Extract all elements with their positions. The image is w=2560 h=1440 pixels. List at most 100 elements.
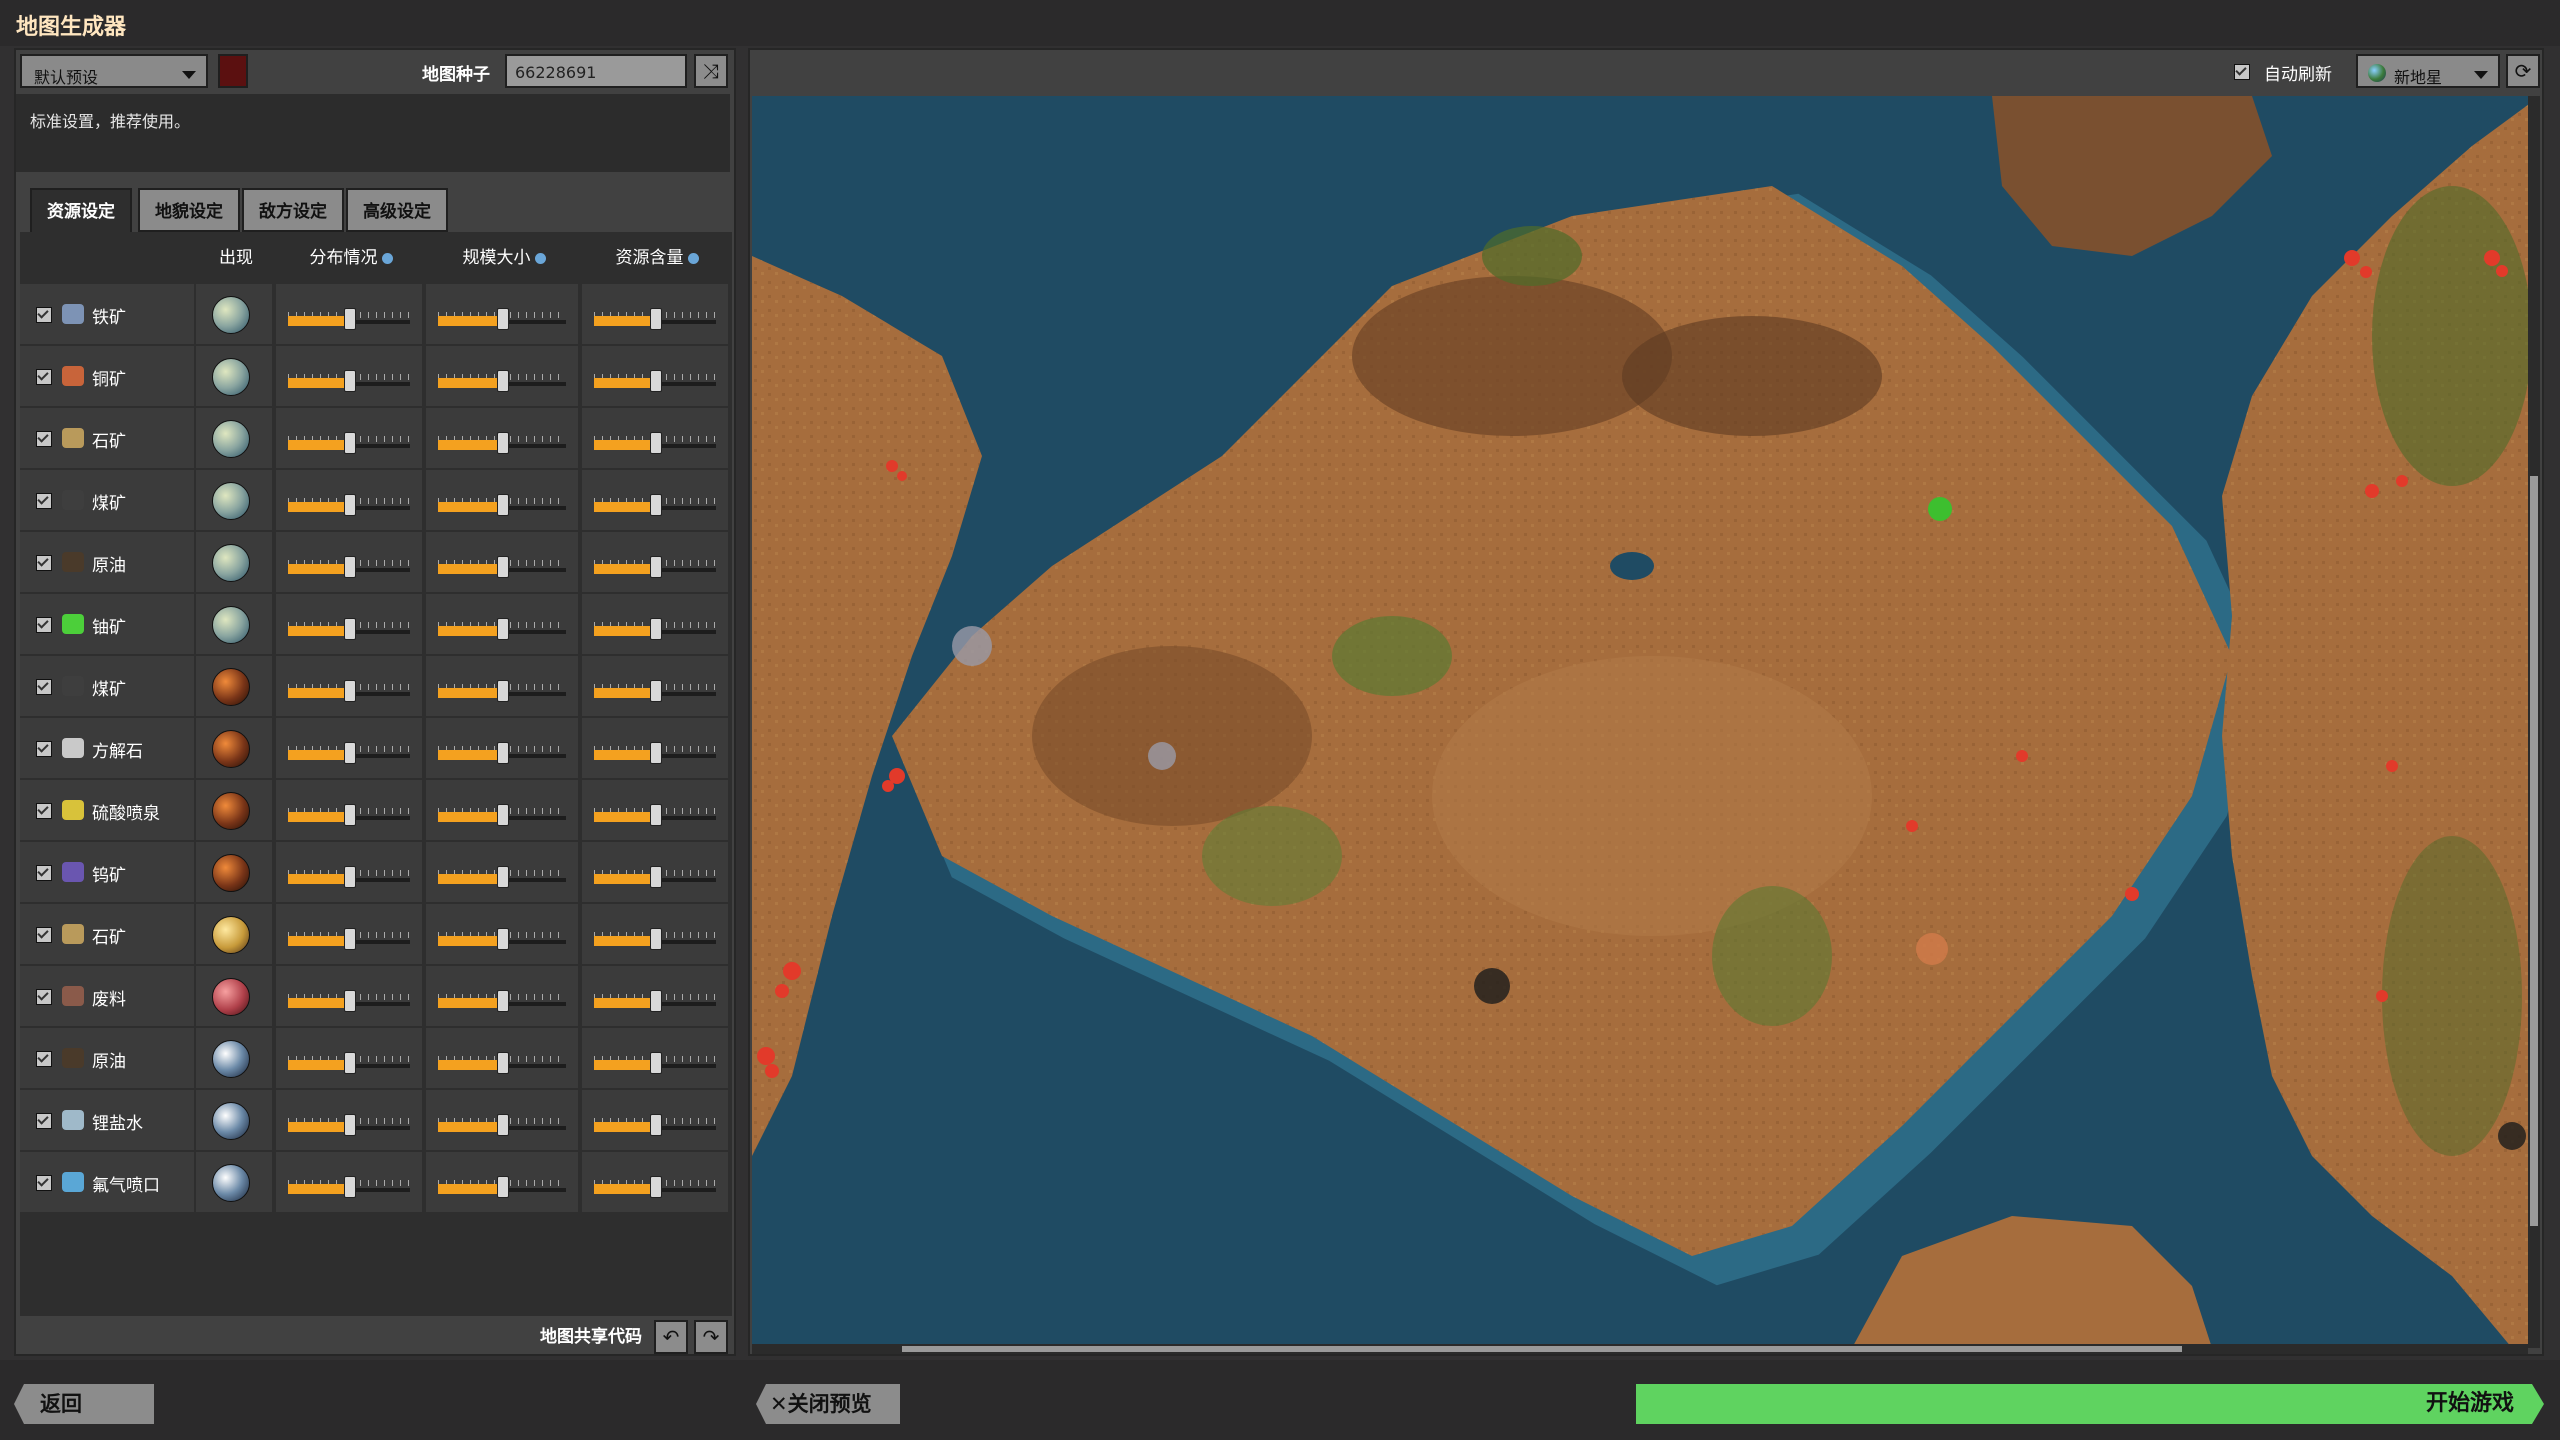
slider-knob[interactable] — [497, 1114, 509, 1136]
vertical-scrollbar[interactable] — [2528, 96, 2540, 1348]
slider-knob[interactable] — [344, 680, 356, 702]
slider-knob[interactable] — [344, 556, 356, 578]
resource-checkbox[interactable] — [36, 927, 52, 943]
slider-knob[interactable] — [497, 1176, 509, 1198]
frequency-slider[interactable] — [276, 284, 422, 344]
resource-checkbox[interactable] — [36, 1113, 52, 1129]
size-slider[interactable] — [426, 904, 578, 964]
slider-knob[interactable] — [497, 990, 509, 1012]
back-button[interactable]: 返回 — [14, 1384, 154, 1424]
slider-knob[interactable] — [344, 928, 356, 950]
slider-knob[interactable] — [497, 742, 509, 764]
slider-knob[interactable] — [650, 618, 662, 640]
resource-checkbox[interactable] — [36, 369, 52, 385]
size-slider[interactable] — [426, 842, 578, 902]
slider-knob[interactable] — [650, 1176, 662, 1198]
slider-knob[interactable] — [344, 1114, 356, 1136]
richness-slider[interactable] — [582, 1090, 728, 1150]
richness-slider[interactable] — [582, 718, 728, 778]
shuffle-icon[interactable]: ⤨ — [694, 54, 728, 88]
vertical-scrollbar-thumb[interactable] — [2530, 476, 2538, 1226]
slider-knob[interactable] — [650, 432, 662, 454]
richness-slider[interactable] — [582, 966, 728, 1026]
slider-knob[interactable] — [344, 370, 356, 392]
slider-knob[interactable] — [344, 804, 356, 826]
close-preview-button[interactable]: ✕关闭预览 — [756, 1384, 900, 1424]
resource-checkbox[interactable] — [36, 803, 52, 819]
richness-slider[interactable] — [582, 532, 728, 592]
start-game-button[interactable]: 开始游戏 — [1636, 1384, 2544, 1424]
frequency-slider[interactable] — [276, 532, 422, 592]
tab-resources[interactable]: 资源设定 — [30, 188, 132, 232]
richness-slider[interactable] — [582, 1028, 728, 1088]
horizontal-scrollbar[interactable] — [752, 1344, 2528, 1354]
slider-knob[interactable] — [497, 1052, 509, 1074]
size-slider[interactable] — [426, 966, 578, 1026]
size-slider[interactable] — [426, 1152, 578, 1212]
frequency-slider[interactable] — [276, 904, 422, 964]
richness-slider[interactable] — [582, 346, 728, 406]
slider-knob[interactable] — [650, 804, 662, 826]
frequency-slider[interactable] — [276, 1028, 422, 1088]
slider-knob[interactable] — [650, 1052, 662, 1074]
frequency-slider[interactable] — [276, 1152, 422, 1212]
slider-knob[interactable] — [497, 370, 509, 392]
size-slider[interactable] — [426, 408, 578, 468]
slider-knob[interactable] — [497, 432, 509, 454]
slider-knob[interactable] — [650, 866, 662, 888]
slider-knob[interactable] — [344, 432, 356, 454]
richness-slider[interactable] — [582, 408, 728, 468]
slider-knob[interactable] — [344, 1176, 356, 1198]
frequency-slider[interactable] — [276, 470, 422, 530]
richness-slider[interactable] — [582, 1152, 728, 1212]
slider-knob[interactable] — [650, 556, 662, 578]
frequency-slider[interactable] — [276, 718, 422, 778]
slider-knob[interactable] — [497, 928, 509, 950]
frequency-slider[interactable] — [276, 842, 422, 902]
preset-color-button[interactable] — [218, 54, 248, 88]
slider-knob[interactable] — [497, 680, 509, 702]
resource-checkbox[interactable] — [36, 1051, 52, 1067]
tab-terrain[interactable]: 地貌设定 — [138, 188, 240, 232]
richness-slider[interactable] — [582, 470, 728, 530]
slider-knob[interactable] — [650, 370, 662, 392]
size-slider[interactable] — [426, 656, 578, 716]
size-slider[interactable] — [426, 346, 578, 406]
resource-checkbox[interactable] — [36, 865, 52, 881]
size-slider[interactable] — [426, 594, 578, 654]
resource-checkbox[interactable] — [36, 741, 52, 757]
resource-checkbox[interactable] — [36, 555, 52, 571]
richness-slider[interactable] — [582, 842, 728, 902]
slider-knob[interactable] — [497, 308, 509, 330]
richness-slider[interactable] — [582, 904, 728, 964]
slider-knob[interactable] — [650, 308, 662, 330]
slider-knob[interactable] — [344, 308, 356, 330]
frequency-slider[interactable] — [276, 346, 422, 406]
slider-knob[interactable] — [344, 618, 356, 640]
slider-knob[interactable] — [344, 494, 356, 516]
slider-knob[interactable] — [650, 928, 662, 950]
tab-enemies[interactable]: 敌方设定 — [242, 188, 344, 232]
slider-knob[interactable] — [650, 494, 662, 516]
resource-checkbox[interactable] — [36, 493, 52, 509]
export-icon[interactable]: ↷ — [694, 1320, 728, 1354]
resource-checkbox[interactable] — [36, 1175, 52, 1191]
tab-advanced[interactable]: 高级设定 — [346, 188, 448, 232]
size-slider[interactable] — [426, 1090, 578, 1150]
frequency-slider[interactable] — [276, 408, 422, 468]
resource-checkbox[interactable] — [36, 989, 52, 1005]
richness-slider[interactable] — [582, 284, 728, 344]
slider-knob[interactable] — [344, 742, 356, 764]
size-slider[interactable] — [426, 1028, 578, 1088]
resource-checkbox[interactable] — [36, 679, 52, 695]
richness-slider[interactable] — [582, 656, 728, 716]
slider-knob[interactable] — [497, 866, 509, 888]
frequency-slider[interactable] — [276, 1090, 422, 1150]
frequency-slider[interactable] — [276, 966, 422, 1026]
slider-knob[interactable] — [650, 990, 662, 1012]
slider-knob[interactable] — [650, 1114, 662, 1136]
preset-dropdown[interactable]: 默认预设 — [20, 54, 208, 88]
slider-knob[interactable] — [497, 494, 509, 516]
frequency-slider[interactable] — [276, 780, 422, 840]
slider-knob[interactable] — [650, 680, 662, 702]
